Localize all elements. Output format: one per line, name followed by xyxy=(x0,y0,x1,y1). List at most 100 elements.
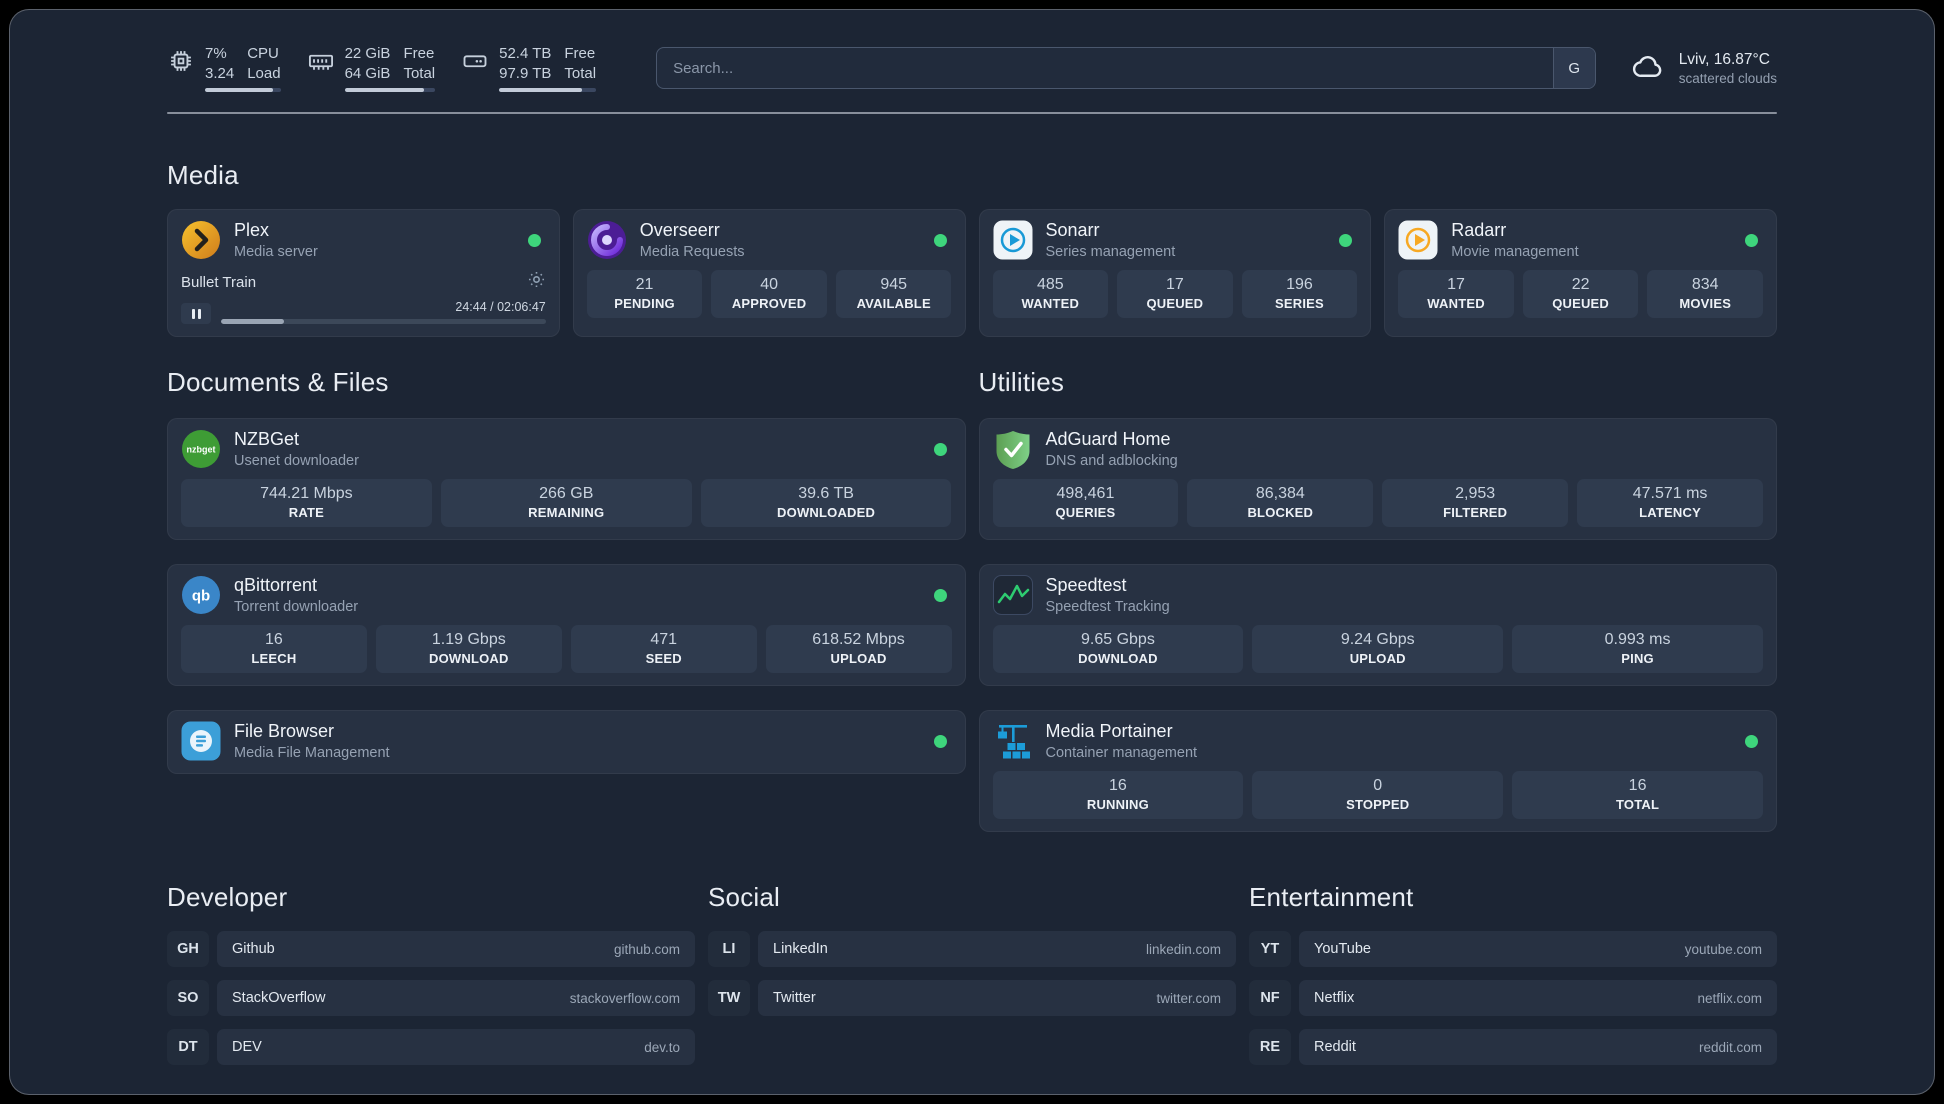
stat-downloaded: 39.6 TB DOWNLOADED xyxy=(700,479,952,528)
stat-total: 16 TOTAL xyxy=(1512,771,1763,820)
bookmark-name: Netflix xyxy=(1314,990,1355,1007)
app-link-filebrowser[interactable]: File Browser Media File Management xyxy=(181,721,952,761)
overseerr-icon xyxy=(587,220,627,260)
entertainment-column: Entertainment YT YouTube youtube.com NF … xyxy=(1249,882,1777,1066)
stat-blocked: 86,384 BLOCKED xyxy=(1187,479,1374,528)
bookmark-name: DEV xyxy=(232,1039,262,1056)
search-bar: G xyxy=(656,47,1596,89)
stat-download: 9.65 Gbps DOWNLOAD xyxy=(992,625,1244,674)
status-dot xyxy=(933,735,947,749)
weather-location: Lviv, 16.87°C xyxy=(1678,50,1770,68)
bookmark-abbr: SO xyxy=(167,980,209,1017)
memory-bar xyxy=(344,88,436,92)
bookmark-domain: dev.to xyxy=(644,1039,680,1055)
memory-total-value: 64 GiB xyxy=(344,64,391,82)
playback-progress[interactable] xyxy=(221,319,546,324)
dashboard-page: 7% 3.24 CPU Load 22 GiB 64 GiB Free Tota… xyxy=(9,9,1935,1095)
topbar-divider xyxy=(167,112,1777,114)
now-playing-title: Bullet Train xyxy=(181,273,257,291)
app-card-overseerr: Overseerr Media Requests 21 PENDING 40 A… xyxy=(572,209,966,337)
app-link-plex[interactable]: Plex Media server xyxy=(181,220,546,260)
stats-row: 16 LEECH 1.19 Gbps DOWNLOAD 471 SEED 618… xyxy=(181,625,952,674)
pause-button[interactable] xyxy=(181,303,211,324)
svg-text:nzbget: nzbget xyxy=(187,445,216,455)
utilities-column: Utilities AdGuard Home DNS and adblockin… xyxy=(978,367,1777,833)
stat-available: 945 AVAILABLE xyxy=(835,270,952,319)
stat-ping: 0.993 ms PING xyxy=(1512,625,1763,674)
bookmark-name: Twitter xyxy=(773,990,816,1007)
stat-rate: 744.21 Mbps RATE xyxy=(181,479,432,528)
app-link-nzbget[interactable]: nzbget NZBGet Usenet downloader xyxy=(181,429,952,469)
stat-upload: 9.24 Gbps UPLOAD xyxy=(1252,625,1504,674)
app-card-sonarr: Sonarr Series management 485 WANTED 17 Q… xyxy=(978,209,1372,337)
stat-wanted: 17 WANTED xyxy=(1398,270,1514,319)
bookmark-domain: youtube.com xyxy=(1684,941,1762,957)
section-title-media: Media xyxy=(167,160,239,190)
now-playing-time: 24:44 / 02:06:47 xyxy=(455,300,546,314)
bookmarks: Developer GH Github github.com SO StackO… xyxy=(167,882,1777,1066)
app-card-portainer: Media Portainer Container management 16 … xyxy=(978,710,1777,833)
app-name: File Browser xyxy=(234,721,335,742)
middle-columns: Documents & Files nzbget NZBGet Usenet d… xyxy=(167,367,1777,833)
app-link-sonarr[interactable]: Sonarr Series management xyxy=(993,220,1358,260)
memory-free-value: 22 GiB xyxy=(344,45,391,62)
cpu-widget: 7% 3.24 CPU Load xyxy=(167,44,281,92)
app-name: Speedtest xyxy=(1045,575,1127,596)
bookmark-domain: github.com xyxy=(613,941,680,957)
bookmark-youtube[interactable]: YT YouTube youtube.com xyxy=(1249,931,1777,968)
stat-movies: 834 MOVIES xyxy=(1647,270,1763,319)
app-link-overseerr[interactable]: Overseerr Media Requests xyxy=(587,220,952,260)
stats-row: 17 WANTED 22 QUEUED 834 MOVIES xyxy=(1398,270,1763,319)
app-subtitle: Torrent downloader xyxy=(234,598,359,615)
app-subtitle: Media server xyxy=(234,243,318,260)
disk-icon xyxy=(461,47,489,80)
status-dot xyxy=(933,443,947,456)
bookmark-reddit[interactable]: RE Reddit reddit.com xyxy=(1249,1029,1777,1066)
app-subtitle: DNS and adblocking xyxy=(1045,452,1178,469)
section-title-developer: Developer xyxy=(167,882,288,913)
app-link-radarr[interactable]: Radarr Movie management xyxy=(1398,220,1763,260)
topbar: 7% 3.24 CPU Load 22 GiB 64 GiB Free Tota… xyxy=(167,44,1777,92)
search-provider-button[interactable]: G xyxy=(1552,48,1595,88)
gear-icon[interactable] xyxy=(527,270,546,294)
media-grid: Plex Media server Bullet Train 24:44 / 0… xyxy=(167,209,1777,337)
status-dot xyxy=(1745,234,1758,247)
bookmark-domain: netflix.com xyxy=(1697,990,1762,1006)
app-link-portainer[interactable]: Media Portainer Container management xyxy=(993,721,1764,761)
bookmark-abbr: TW xyxy=(708,980,750,1017)
bookmark-name: Reddit xyxy=(1314,1039,1356,1056)
bookmark-github[interactable]: GH Github github.com xyxy=(167,931,695,968)
cpu-bar xyxy=(205,88,281,92)
app-link-adguard[interactable]: AdGuard Home DNS and adblocking xyxy=(993,429,1764,469)
bookmark-netflix[interactable]: NF Netflix netflix.com xyxy=(1249,980,1777,1017)
bookmark-dev[interactable]: DT DEV dev.to xyxy=(167,1029,695,1066)
bookmark-domain: reddit.com xyxy=(1698,1039,1762,1055)
stat-running: 16 RUNNING xyxy=(992,771,1244,820)
stat-stopped: 0 STOPPED xyxy=(1252,771,1504,820)
bookmark-linkedin[interactable]: LI LinkedIn linkedin.com xyxy=(708,931,1236,968)
stat-pending: 21 PENDING xyxy=(586,270,703,319)
app-subtitle: Container management xyxy=(1045,744,1198,761)
app-card-nzbget: nzbget NZBGet Usenet downloader 744.21 M… xyxy=(167,418,966,541)
app-card-qbittorrent: qb qBittorrent Torrent downloader 16 LEE… xyxy=(167,564,966,687)
sonarr-icon xyxy=(993,220,1033,260)
app-name: Overseerr xyxy=(639,220,720,241)
bookmark-abbr: RE xyxy=(1249,1029,1291,1066)
stat-download: 1.19 Gbps DOWNLOAD xyxy=(375,625,562,674)
status-dot xyxy=(1745,735,1758,749)
app-name: Sonarr xyxy=(1045,220,1100,241)
stat-approved: 40 APPROVED xyxy=(711,270,827,319)
stat-series: 196 SERIES xyxy=(1241,270,1358,319)
qbittorrent-icon: qb xyxy=(181,575,221,615)
app-link-qbittorrent[interactable]: qb qBittorrent Torrent downloader xyxy=(181,575,952,615)
bookmark-abbr: DT xyxy=(167,1029,209,1066)
search-input[interactable] xyxy=(656,47,1596,89)
app-link-speedtest[interactable]: Speedtest Speedtest Tracking xyxy=(992,575,1764,616)
bookmark-stackoverflow[interactable]: SO StackOverflow stackoverflow.com xyxy=(167,980,695,1017)
social-column: Social LI LinkedIn linkedin.com TW Twitt… xyxy=(708,882,1236,1017)
cpu-usage: 7% xyxy=(205,45,227,62)
bookmark-name: YouTube xyxy=(1314,941,1371,958)
bookmark-twitter[interactable]: TW Twitter twitter.com xyxy=(708,980,1236,1017)
bookmark-abbr: GH xyxy=(167,931,209,968)
filebrowser-icon xyxy=(181,721,221,761)
